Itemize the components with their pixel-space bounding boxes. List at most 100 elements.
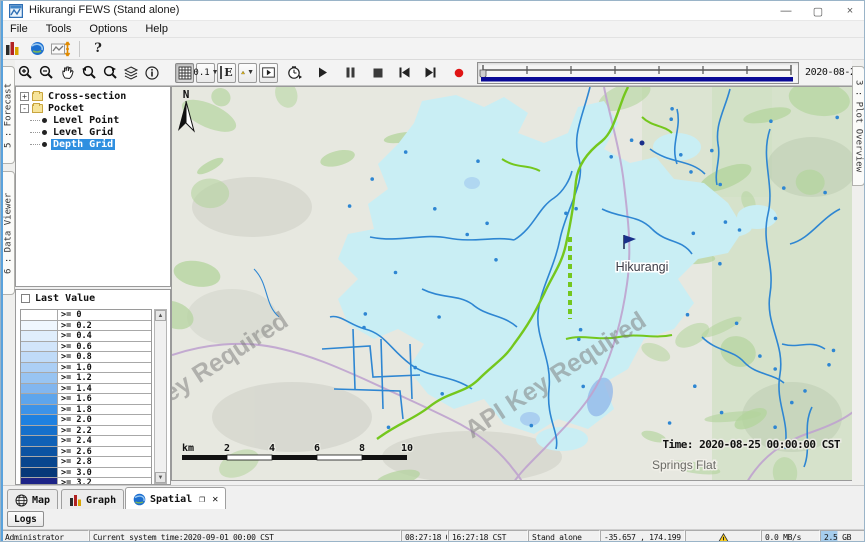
last-value-checkbox[interactable]: [21, 294, 30, 303]
zoom-previous-button[interactable]: [79, 63, 98, 83]
help-button[interactable]: ?: [88, 39, 108, 59]
legend-value-label: >= 1.8: [57, 405, 151, 415]
tree-node-label[interactable]: Cross-section: [46, 91, 128, 102]
menu-options[interactable]: Options: [87, 22, 129, 36]
step-forward-button[interactable]: [421, 63, 440, 83]
application-window: Hikurangi FEWS (Stand alone) — ▢ × File …: [0, 0, 865, 542]
legend-value-label: >= 0.8: [57, 352, 151, 362]
record-icon: [454, 68, 464, 78]
labels-button[interactable]: E: [217, 63, 236, 83]
scroll-up-icon[interactable]: ▲: [155, 310, 166, 321]
legend-row: >= 2.4: [21, 436, 151, 447]
stop-button[interactable]: [368, 63, 387, 83]
globe-icon: [30, 41, 45, 56]
record-button[interactable]: [449, 63, 468, 83]
step-back-button[interactable]: [395, 63, 414, 83]
legend-value-label: >= 2.8: [57, 457, 151, 467]
tab-maximize-icon[interactable]: ❐: [199, 494, 205, 505]
tree-node-level-grid[interactable]: Level Grid: [16, 126, 170, 138]
legend-value-label: >= 2.0: [57, 415, 151, 425]
tab-data-viewer[interactable]: 6 : Data Viewer: [2, 171, 15, 295]
time-slider-track: [478, 63, 798, 83]
legend-row: >= 1.8: [21, 405, 151, 416]
set-time-button[interactable]: [285, 63, 304, 83]
scroll-down-icon[interactable]: ▼: [155, 472, 166, 483]
tab-map[interactable]: Map: [7, 489, 58, 510]
tree-guide-line: [30, 120, 40, 121]
legend-row: >= 0: [21, 310, 151, 321]
status-coordinates: -35.657 , 174.199: [600, 530, 685, 542]
timer-icon: [287, 65, 303, 80]
layers-button[interactable]: [121, 63, 140, 83]
tab-spatial[interactable]: Spatial ❐ ✕: [125, 487, 226, 510]
database-chart-button[interactable]: [3, 39, 23, 59]
play-icon: [318, 67, 328, 78]
tab-close-icon[interactable]: ✕: [212, 494, 218, 505]
bullet-icon: [42, 142, 47, 147]
zoom-forward-icon: [102, 65, 118, 80]
map-view[interactable]: API Key Required API Key Required N Hiku…: [171, 86, 852, 481]
legend-swatch: [21, 415, 57, 425]
menu-bar: File Tools Options Help: [1, 21, 865, 38]
legend-value-label: >= 2.2: [57, 426, 151, 436]
menu-tools[interactable]: Tools: [44, 22, 74, 36]
threshold-dropdown[interactable]: 0.1 ▼: [196, 63, 215, 83]
tree-node-cross-section[interactable]: + Cross-section: [16, 90, 170, 102]
pause-button[interactable]: [341, 63, 360, 83]
expand-icon[interactable]: +: [20, 92, 29, 101]
maximize-button[interactable]: ▢: [802, 1, 834, 21]
last-value-label: Last Value: [35, 293, 95, 304]
toolbar-separator: [79, 41, 80, 57]
grid-display-button[interactable]: [175, 63, 194, 83]
status-data-rate: 0.0 MB/s: [761, 530, 820, 542]
grid-icon: [178, 66, 192, 80]
chevron-down-icon: ▼: [247, 69, 254, 76]
svg-text:6: 6: [314, 443, 320, 454]
timeseries-button[interactable]: [51, 39, 71, 59]
menu-file[interactable]: File: [8, 22, 30, 36]
zoom-in-button[interactable]: [16, 63, 35, 83]
zoom-out-button[interactable]: [37, 63, 56, 83]
legend-value-label: >= 2.6: [57, 447, 151, 457]
collapse-icon[interactable]: -: [20, 104, 29, 113]
threshold-value: 0.1: [193, 68, 209, 78]
tab-plot-overview[interactable]: 3 : Plot Overview: [852, 66, 865, 186]
tree-node-label[interactable]: Level Point: [51, 115, 121, 126]
menu-help[interactable]: Help: [143, 22, 170, 36]
legend-swatch: [21, 310, 57, 320]
warning-icon: [241, 66, 245, 79]
animation-button[interactable]: [259, 63, 278, 83]
window-edge: [1, 1, 3, 542]
tab-graph[interactable]: Graph: [61, 489, 124, 510]
zoom-next-button[interactable]: [100, 63, 119, 83]
legend-value-label: >= 1.6: [57, 394, 151, 404]
legend-row: >= 0.4: [21, 331, 151, 342]
tree-node-level-point[interactable]: Level Point: [16, 114, 170, 126]
bullet-icon: [42, 118, 47, 123]
status-local-time: 16:27:18 CST: [448, 530, 528, 542]
tree-node-label[interactable]: Level Grid: [51, 127, 115, 138]
tree-node-label-selected[interactable]: Depth Grid: [51, 139, 115, 150]
legend-scrollbar[interactable]: ▲ ▼: [154, 309, 167, 484]
pan-button[interactable]: [58, 63, 77, 83]
legend-value-label: >= 2.4: [57, 436, 151, 446]
minimize-button[interactable]: —: [770, 1, 802, 21]
status-warning-cell[interactable]: [685, 530, 761, 542]
legend-row: >= 1.2: [21, 373, 151, 384]
tree-node-label[interactable]: Pocket: [46, 103, 86, 114]
tree-node-pocket[interactable]: - Pocket: [16, 102, 170, 114]
play-button[interactable]: [313, 63, 332, 83]
legend-swatch: [21, 373, 57, 383]
close-button[interactable]: ×: [834, 1, 865, 21]
tree-node-depth-grid[interactable]: Depth Grid: [16, 138, 170, 150]
previous-frame-icon: [399, 67, 410, 78]
time-slider[interactable]: [477, 62, 799, 84]
warning-dropdown[interactable]: ▼: [238, 63, 257, 83]
tab-forecast[interactable]: 5 : Forecast: [2, 66, 15, 164]
info-button[interactable]: [142, 63, 161, 83]
chart-arrow-icon: [51, 41, 71, 57]
map-display-button[interactable]: [27, 39, 47, 59]
map-canvas[interactable]: API Key Required API Key Required N Hiku…: [172, 87, 852, 481]
logs-button[interactable]: Logs: [7, 511, 44, 527]
legend-swatch: [21, 457, 57, 467]
